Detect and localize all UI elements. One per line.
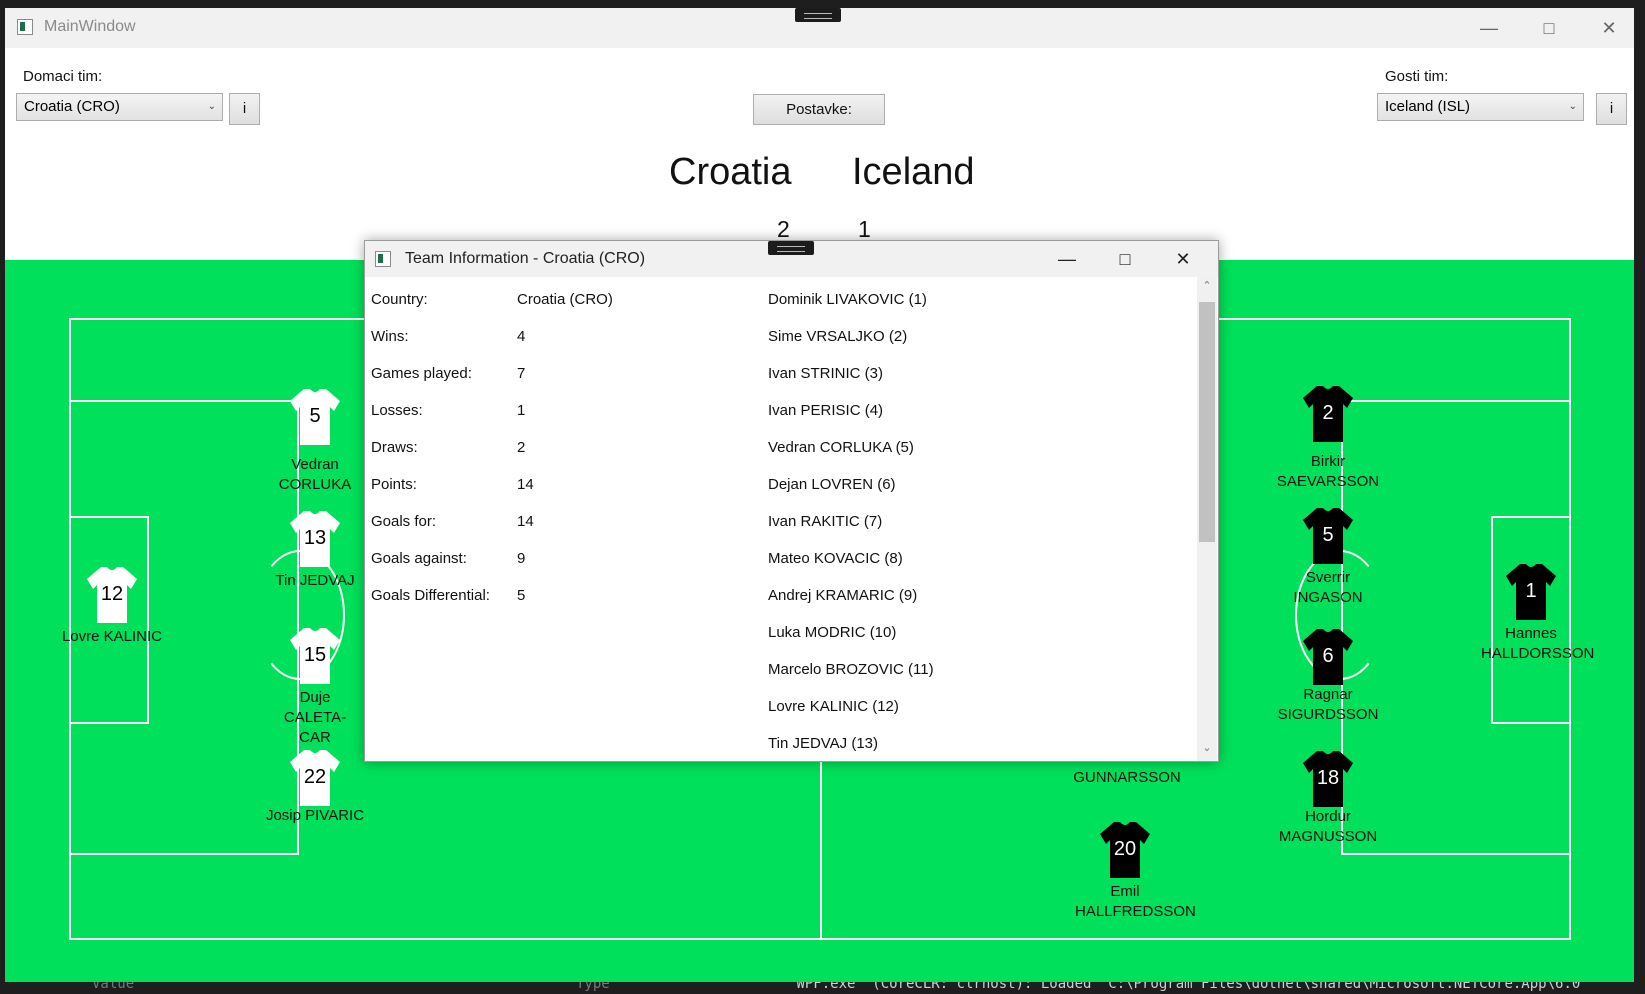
roster-list-item[interactable]: Luka MODRIC (10) — [768, 624, 896, 641]
scroll-up-icon[interactable]: ⌃ — [1197, 279, 1217, 297]
home-score: 2 — [777, 216, 790, 242]
roster-list-item[interactable]: Dejan LOVREN (6) — [768, 476, 896, 493]
stat-label: Losses: — [371, 402, 423, 419]
scroll-down-icon[interactable]: ⌄ — [1197, 741, 1217, 759]
close-icon[interactable]: ✕ — [1580, 12, 1634, 44]
away-player-name: GUNNARSSON — [1073, 769, 1181, 786]
chevron-down-icon: ⌄ — [207, 101, 216, 112]
roster-list-item[interactable]: Sime VRSALJKO (2) — [768, 328, 907, 345]
away-goal-area — [1491, 516, 1571, 724]
stat-value: 1 — [517, 402, 526, 419]
roster-scrollbar[interactable]: ⌃ ⌄ — [1197, 277, 1217, 761]
stat-label: Country: — [371, 291, 428, 308]
stat-value: 14 — [517, 476, 534, 493]
stat-label: Goals for: — [371, 513, 437, 530]
minimize-icon[interactable]: — — [1460, 12, 1518, 44]
roster-list-item[interactable]: Lovre KALINIC (12) — [768, 698, 899, 715]
home-team-name: Croatia — [669, 151, 792, 193]
lineup-button[interactable]: Postavke: — [753, 94, 885, 125]
stat-label: Goals against: — [371, 550, 467, 567]
away-info-button[interactable]: i — [1596, 93, 1627, 125]
main-window-title: MainWindow — [44, 18, 136, 35]
roster-list-item[interactable]: Tin JEDVAJ (13) — [768, 735, 878, 752]
stat-value: 9 — [517, 550, 526, 567]
home-info-button[interactable]: i — [229, 93, 260, 125]
roster-list-item[interactable]: Mateo KOVACIC (8) — [768, 550, 903, 567]
stat-value: 2 — [517, 439, 526, 456]
away-team-select[interactable]: Iceland (ISL) ⌄ — [1377, 93, 1584, 121]
debug-toolbar-grip[interactable] — [768, 241, 814, 255]
chevron-down-icon: ⌄ — [1568, 101, 1577, 112]
away-team-select-value: Iceland (ISL) — [1385, 98, 1471, 115]
home-team-select[interactable]: Croatia (CRO) ⌄ — [16, 93, 223, 121]
stat-label: Goals Differential: — [371, 587, 490, 604]
stat-value: 4 — [517, 328, 526, 345]
dialog-title: Team Information - Croatia (CRO) — [405, 250, 646, 267]
team-info-dialog: Team Information - Croatia (CRO) — □ ✕ C… — [364, 240, 1219, 762]
home-team-select-value: Croatia (CRO) — [24, 98, 120, 115]
away-team-label: Gosti tim: — [1385, 68, 1449, 85]
stat-value: 14 — [517, 513, 534, 530]
roster-list-item[interactable]: Dominik LIVAKOVIC (1) — [768, 291, 927, 308]
close-icon[interactable]: ✕ — [1154, 243, 1212, 275]
away-score: 1 — [858, 216, 871, 242]
stat-value: 5 — [517, 587, 526, 604]
stat-value: 7 — [517, 365, 526, 382]
roster-list-item[interactable]: Marcelo BROZOVIC (11) — [768, 661, 934, 678]
scrollbar-thumb[interactable] — [1199, 302, 1215, 542]
roster-list-item[interactable]: Ivan PERISIC (4) — [768, 402, 883, 419]
away-team-name: Iceland — [852, 151, 975, 193]
app-icon — [17, 19, 33, 35]
stat-value: Croatia (CRO) — [517, 291, 613, 308]
maximize-icon[interactable]: □ — [1520, 12, 1578, 44]
app-icon — [375, 251, 391, 267]
stat-label: Draws: — [371, 439, 418, 456]
debug-toolbar-grip[interactable] — [795, 8, 841, 22]
stat-label: Points: — [371, 476, 417, 493]
maximize-icon[interactable]: □ — [1096, 243, 1154, 275]
roster-list-item[interactable]: Ivan STRINIC (3) — [768, 365, 883, 382]
home-team-label: Domaci tim: — [23, 68, 103, 85]
minimize-icon[interactable]: — — [1038, 243, 1096, 275]
roster-list-item[interactable]: Vedran CORLUKA (5) — [768, 439, 914, 456]
roster-list-item[interactable]: Andrej KRAMARIC (9) — [768, 587, 917, 604]
roster-list-item[interactable]: Ivan RAKITIC (7) — [768, 513, 882, 530]
stat-label: Wins: — [371, 328, 409, 345]
stat-label: Games played: — [371, 365, 472, 382]
